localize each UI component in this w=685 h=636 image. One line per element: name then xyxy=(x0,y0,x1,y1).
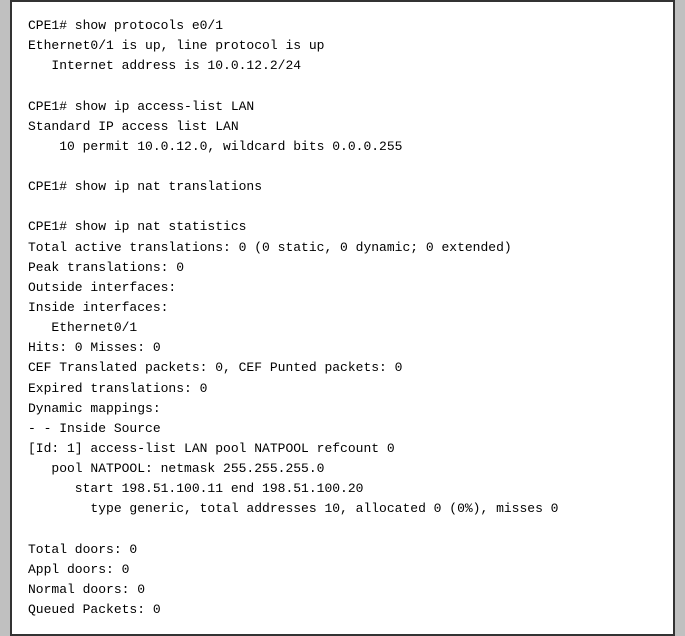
terminal-window: CPE1# show protocols e0/1Ethernet0/1 is … xyxy=(10,0,675,636)
terminal-line: pool NATPOOL: netmask 255.255.255.0 xyxy=(28,459,657,479)
terminal-line: start 198.51.100.11 end 198.51.100.20 xyxy=(28,479,657,499)
terminal-line: Total active translations: 0 (0 static, … xyxy=(28,238,657,258)
terminal-line: Expired translations: 0 xyxy=(28,379,657,399)
terminal-line: - - Inside Source xyxy=(28,419,657,439)
terminal-line: Outside interfaces: xyxy=(28,278,657,298)
terminal-line xyxy=(28,157,657,177)
terminal-line: 10 permit 10.0.12.0, wildcard bits 0.0.0… xyxy=(28,137,657,157)
terminal-line: Ethernet0/1 xyxy=(28,318,657,338)
terminal-output: CPE1# show protocols e0/1Ethernet0/1 is … xyxy=(28,16,657,620)
terminal-line: CPE1# show ip access-list LAN xyxy=(28,97,657,117)
terminal-line: Hits: 0 Misses: 0 xyxy=(28,338,657,358)
terminal-line xyxy=(28,520,657,540)
terminal-line xyxy=(28,76,657,96)
terminal-line: Appl doors: 0 xyxy=(28,560,657,580)
terminal-line: Queued Packets: 0 xyxy=(28,600,657,620)
terminal-line: Standard IP access list LAN xyxy=(28,117,657,137)
terminal-line xyxy=(28,197,657,217)
terminal-line: Dynamic mappings: xyxy=(28,399,657,419)
terminal-line: Inside interfaces: xyxy=(28,298,657,318)
terminal-line: CPE1# show protocols e0/1 xyxy=(28,16,657,36)
terminal-line: Internet address is 10.0.12.2/24 xyxy=(28,56,657,76)
terminal-line: Total doors: 0 xyxy=(28,540,657,560)
terminal-line: [Id: 1] access-list LAN pool NATPOOL ref… xyxy=(28,439,657,459)
terminal-line: Ethernet0/1 is up, line protocol is up xyxy=(28,36,657,56)
terminal-line: Peak translations: 0 xyxy=(28,258,657,278)
terminal-line: CPE1# show ip nat translations xyxy=(28,177,657,197)
terminal-line: type generic, total addresses 10, alloca… xyxy=(28,499,657,519)
terminal-line: CEF Translated packets: 0, CEF Punted pa… xyxy=(28,358,657,378)
terminal-line: Normal doors: 0 xyxy=(28,580,657,600)
terminal-line: CPE1# show ip nat statistics xyxy=(28,217,657,237)
